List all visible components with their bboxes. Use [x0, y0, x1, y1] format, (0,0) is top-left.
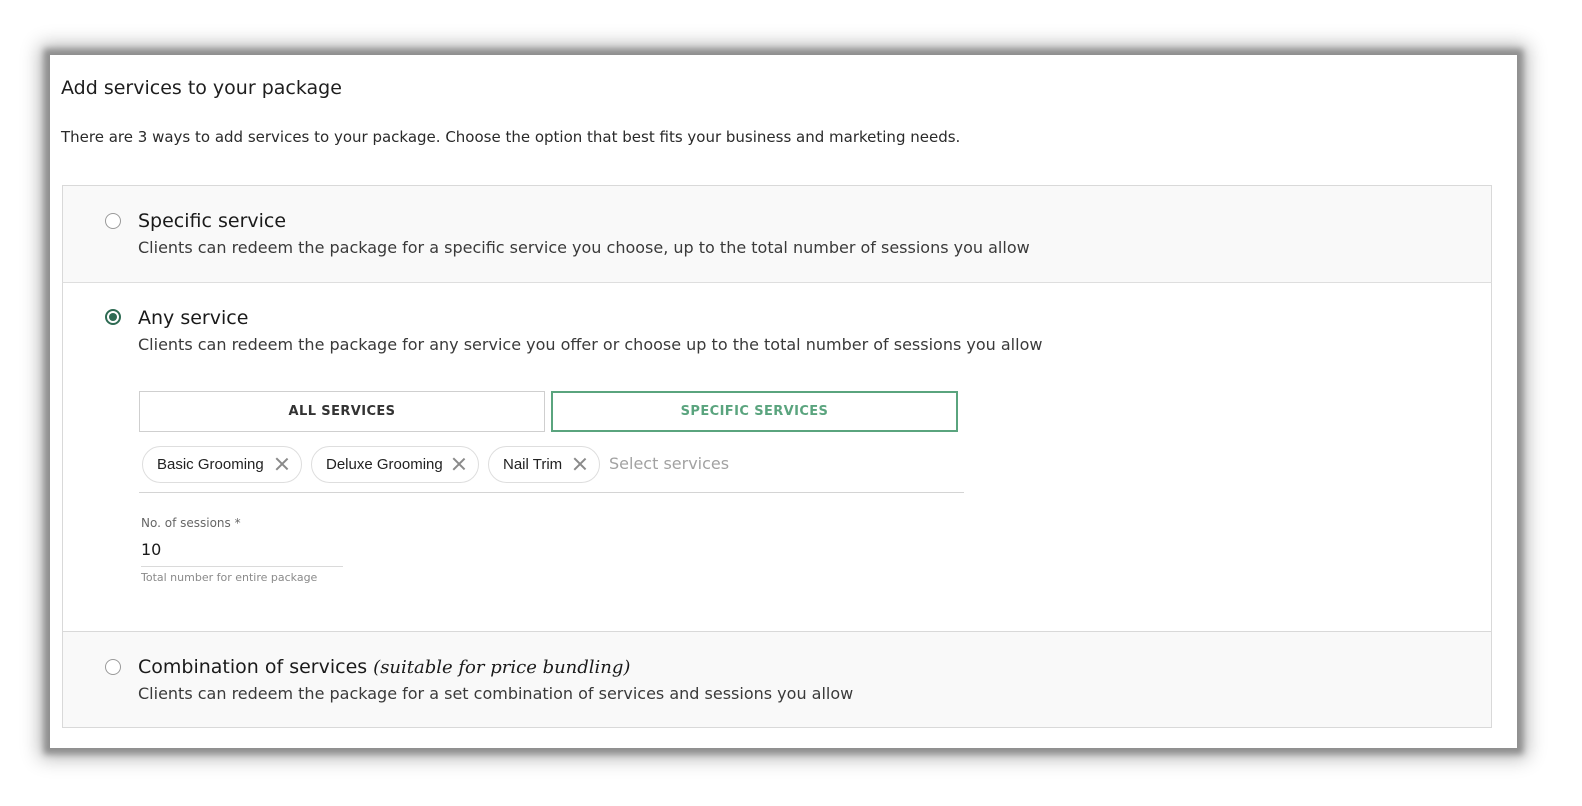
- radio-unchecked-icon[interactable]: [105, 213, 121, 229]
- option-description: Clients can redeem the package for any s…: [138, 335, 1043, 354]
- option-combination-of-services[interactable]: Combination of services (suitable for pri…: [62, 631, 1492, 728]
- option-title: Combination of services (suitable for pri…: [138, 656, 630, 678]
- option-title-aside: (suitable for price bundling): [373, 657, 631, 678]
- option-description: Clients can redeem the package for a spe…: [138, 238, 1030, 257]
- chip-label: Nail Trim: [503, 456, 563, 473]
- chip-label: Basic Grooming: [157, 456, 264, 473]
- option-title: Specific service: [138, 210, 287, 232]
- services-search-input[interactable]: Select services: [609, 454, 729, 473]
- remove-chip-icon[interactable]: [573, 457, 587, 471]
- page-title: Add services to your package: [61, 77, 342, 99]
- option-title-text: Combination of services: [138, 656, 368, 678]
- option-description: Clients can redeem the package for a set…: [138, 684, 854, 703]
- service-chip: Deluxe Grooming: [311, 446, 479, 483]
- specific-services-toggle[interactable]: SPECIFIC SERVICES: [551, 391, 958, 432]
- remove-chip-icon[interactable]: [452, 457, 466, 471]
- chip-label: Deluxe Grooming: [326, 456, 443, 473]
- sessions-help-text: Total number for entire package: [141, 571, 318, 584]
- sessions-input[interactable]: 10: [141, 539, 343, 567]
- services-panel: Add services to your package There are 3…: [50, 55, 1517, 748]
- page-subtitle: There are 3 ways to add services to your…: [61, 128, 961, 146]
- option-any-service[interactable]: Any service Clients can redeem the packa…: [62, 282, 1492, 632]
- sessions-label: No. of sessions *: [141, 516, 241, 530]
- service-chip: Basic Grooming: [142, 446, 302, 483]
- option-specific-service[interactable]: Specific service Clients can redeem the …: [62, 185, 1492, 283]
- radio-checked-icon[interactable]: [105, 309, 121, 325]
- radio-unchecked-icon[interactable]: [105, 659, 121, 675]
- all-services-toggle[interactable]: ALL SERVICES: [139, 391, 545, 432]
- option-title: Any service: [138, 307, 249, 329]
- remove-chip-icon[interactable]: [275, 457, 289, 471]
- service-chip: Nail Trim: [488, 446, 600, 483]
- services-multiselect[interactable]: Basic Grooming Deluxe Grooming Nail Trim…: [139, 445, 964, 493]
